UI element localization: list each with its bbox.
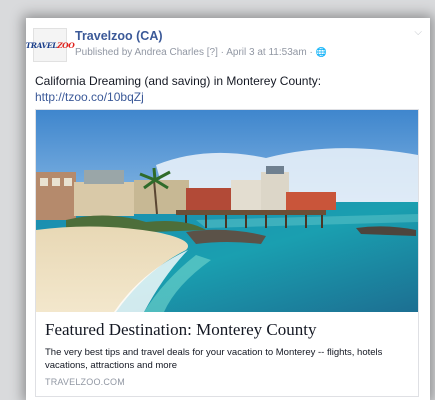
logo-text-a: TRAVEL	[26, 40, 58, 50]
attachment-domain: TRAVELZOO.COM	[45, 377, 125, 387]
attachment-photo[interactable]	[36, 110, 418, 312]
published-by: Published by Andrea Charles	[75, 47, 204, 58]
attachment-description: The very best tips and travel deals for …	[45, 347, 383, 371]
meta-separator: ·	[309, 47, 313, 58]
attachment-title[interactable]: Featured Destination: Monterey County	[45, 320, 316, 340]
message-text: California Dreaming (and saving) in Mont…	[35, 74, 322, 88]
post-timestamp[interactable]: April 3 at 11:53am	[226, 47, 306, 58]
post-header: TRAVELZOO Travelzoo (CA) Published by An…	[26, 27, 422, 67]
help-marker[interactable]: [?]	[207, 47, 218, 58]
link-attachment[interactable]: Featured Destination: Monterey County Th…	[35, 109, 419, 397]
post-meta: Published by Andrea Charles [?] · April …	[75, 47, 327, 58]
globe-icon[interactable]: 🌐	[316, 47, 327, 57]
post-message: California Dreaming (and saving) in Mont…	[35, 73, 420, 105]
message-link[interactable]: http://tzoo.co/10bqZj	[35, 89, 420, 105]
page-logo-text: TRAVELZOO	[26, 40, 75, 50]
page-name-link[interactable]: Travelzoo (CA)	[75, 29, 163, 43]
facebook-post-card: TRAVELZOO Travelzoo (CA) Published by An…	[26, 18, 430, 400]
page-avatar[interactable]: TRAVELZOO	[26, 28, 75, 62]
chevron-down-icon[interactable]: ⌵	[414, 27, 422, 38]
meta-separator: ·	[220, 47, 225, 58]
logo-text-b: ZOO	[57, 40, 75, 50]
